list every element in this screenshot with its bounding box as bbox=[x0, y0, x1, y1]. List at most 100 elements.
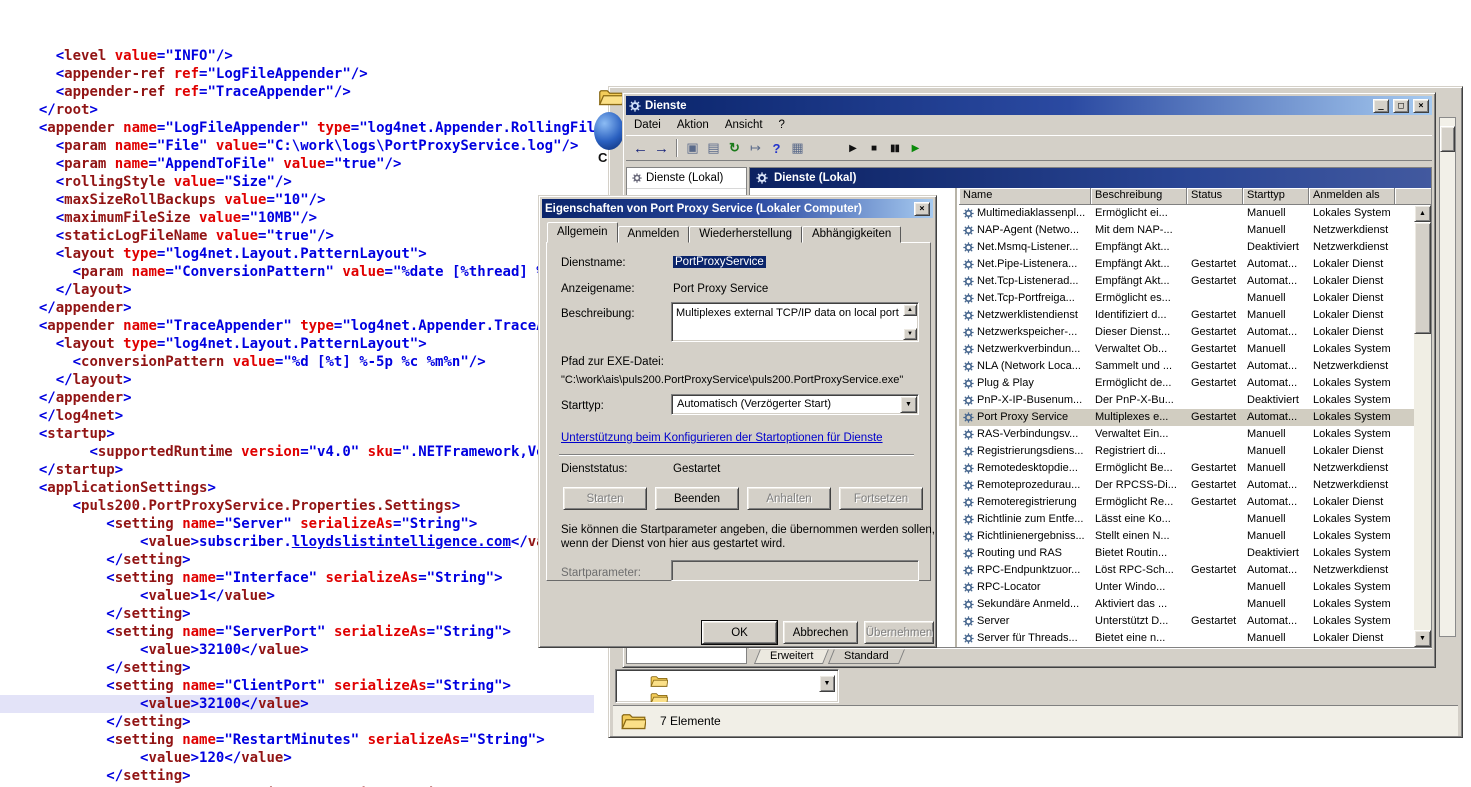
export-list-icon[interactable]: ↦ bbox=[745, 138, 766, 158]
combobox-dropdown-icon[interactable]: ▼ bbox=[900, 396, 917, 413]
forward-icon[interactable]: → bbox=[651, 138, 672, 158]
service-row[interactable]: Net.Tcp-Portfreiga...Ermöglicht es...Man… bbox=[959, 290, 1414, 307]
scrollbar-thumb[interactable] bbox=[1414, 222, 1431, 334]
folder-combobox-dropdown-icon[interactable]: ▼ bbox=[819, 675, 835, 692]
starttyp-combobox[interactable]: Automatisch (Verzögerter Start) ▼ bbox=[671, 394, 919, 415]
dialog-close-button[interactable]: × bbox=[914, 202, 930, 216]
view-tab-standard[interactable]: Standard bbox=[828, 649, 905, 664]
service-row[interactable]: Multimediaklassenpl...Ermöglicht ei...Ma… bbox=[959, 205, 1414, 222]
beschreibung-field[interactable]: Multiplexes external TCP/IP data on loca… bbox=[671, 302, 919, 342]
window-title: Dienste bbox=[645, 100, 687, 112]
service-row[interactable]: Net.Tcp-Listenerad...Empfängt Akt...Gest… bbox=[959, 273, 1414, 290]
services-node-icon bbox=[632, 173, 642, 183]
menu-ansicht[interactable]: Ansicht bbox=[717, 117, 771, 133]
maximize-button[interactable]: □ bbox=[1393, 99, 1409, 113]
service-row[interactable]: RPC-LocatorUnter Windo...ManuellLokales … bbox=[959, 579, 1414, 596]
menu-item[interactable]: ? bbox=[771, 117, 793, 133]
service-row[interactable]: Plug & PlayErmöglicht de...GestartetAuto… bbox=[959, 375, 1414, 392]
explorer-statusbar: 7 Elemente bbox=[613, 705, 1458, 736]
column-header-anmelden-als[interactable]: Anmelden als bbox=[1309, 188, 1395, 205]
abbrechen-button[interactable]: Abbrechen bbox=[783, 621, 858, 644]
service-row[interactable]: Remotedesktopdie...Ermöglicht Be...Gesta… bbox=[959, 460, 1414, 477]
tab-abhängigkeiten[interactable]: Abhängigkeiten bbox=[802, 226, 901, 243]
service-row[interactable]: RemoteregistrierungErmöglicht Re...Gesta… bbox=[959, 494, 1414, 511]
statusbar-item-count: 7 Elemente bbox=[660, 714, 721, 728]
column-header-beschreibung[interactable]: Beschreibung bbox=[1091, 188, 1187, 205]
starten-button: Starten bbox=[563, 487, 647, 510]
toolbar: ←→▣▤↻↦?▦▶■▮▮▶ bbox=[626, 135, 1432, 161]
service-row[interactable]: NLA (Network Loca...Sammelt und ...Gesta… bbox=[959, 358, 1414, 375]
restart-service-icon[interactable]: ▶ bbox=[905, 138, 926, 158]
service-row[interactable]: NAP-Agent (Netwo...Mit dem NAP-...Manuel… bbox=[959, 222, 1414, 239]
tab-wiederherstellung[interactable]: Wiederherstellung bbox=[689, 226, 802, 243]
ok-button[interactable]: OK bbox=[702, 621, 777, 644]
refresh-icon[interactable]: ↻ bbox=[724, 138, 745, 158]
explorer-scrollbar-thumb[interactable] bbox=[1440, 126, 1455, 152]
stop-service-icon[interactable]: ■ bbox=[863, 138, 884, 158]
service-gear-icon bbox=[963, 497, 974, 508]
service-gear-icon bbox=[963, 429, 974, 440]
services-pane-header-label: Dienste (Lokal) bbox=[774, 172, 856, 184]
pfad-value: "C:\work\ais\puls200.PortProxyService\pu… bbox=[561, 374, 903, 386]
close-button[interactable]: × bbox=[1413, 99, 1429, 113]
menubar: DateiAktionAnsicht? bbox=[626, 115, 1432, 135]
service-row[interactable]: RPC-Endpunktzuor...Löst RPC-Sch...Gestar… bbox=[959, 562, 1414, 579]
service-row[interactable]: Registrierungsdiens...Registriert di...M… bbox=[959, 443, 1414, 460]
scroll-up-icon[interactable]: ▲ bbox=[903, 304, 917, 316]
service-row[interactable]: Netzwerkspeicher-...Dieser Dienst...Gest… bbox=[959, 324, 1414, 341]
tab-anmelden[interactable]: Anmelden bbox=[618, 226, 690, 243]
services-titlebar[interactable]: Dienste _ □ × bbox=[626, 96, 1432, 115]
service-row[interactable]: Net.Msmq-Listener...Empfängt Akt...Deakt… bbox=[959, 239, 1414, 256]
back-icon[interactable]: ← bbox=[630, 138, 651, 158]
service-gear-icon bbox=[963, 310, 974, 321]
service-row[interactable]: Sekundäre Anmeld...Aktiviert das ...Manu… bbox=[959, 596, 1414, 613]
scroll-down-icon[interactable]: ▼ bbox=[903, 328, 917, 340]
service-row[interactable]: PnP-X-IP-Busenum...Der PnP-X-Bu...Deakti… bbox=[959, 392, 1414, 409]
separator bbox=[559, 454, 914, 456]
service-gear-icon bbox=[963, 327, 974, 338]
beenden-button[interactable]: Beenden bbox=[655, 487, 739, 510]
service-row[interactable]: Routing und RASBietet Routin...Deaktivie… bbox=[959, 545, 1414, 562]
dialog-title: Eigenschaften von Port Proxy Service (Lo… bbox=[545, 203, 862, 215]
start-service-icon[interactable]: ▶ bbox=[842, 138, 863, 158]
scroll-down-icon[interactable]: ▼ bbox=[1414, 630, 1431, 647]
dienstname-value[interactable]: PortProxyService bbox=[673, 256, 766, 268]
properties-icon[interactable]: ▤ bbox=[703, 138, 724, 158]
service-row[interactable]: Richtlinienergebniss...Stellt einen N...… bbox=[959, 528, 1414, 545]
service-row[interactable]: Remoteprozedurau...Der RPCSS-Di...Gestar… bbox=[959, 477, 1414, 494]
beschreibung-label: Beschreibung: bbox=[561, 308, 635, 320]
list-scrollbar[interactable]: ▲ ▼ bbox=[1414, 205, 1431, 647]
service-row[interactable]: NetzwerklistendienstIdentifiziert d...Ge… bbox=[959, 307, 1414, 324]
service-row[interactable]: Server für Threads...Bietet eine n...Man… bbox=[959, 630, 1414, 647]
service-row[interactable]: Net.Pipe-Listenera...Empfängt Akt...Gest… bbox=[959, 256, 1414, 273]
folder-combobox[interactable]: ▼ bbox=[615, 669, 839, 703]
menu-datei[interactable]: Datei bbox=[626, 117, 669, 133]
service-row[interactable]: Netzwerkverbindun...Verwaltet Ob...Gesta… bbox=[959, 341, 1414, 358]
service-gear-icon bbox=[963, 463, 974, 474]
service-row[interactable]: Port Proxy ServiceMultiplexes e...Gestar… bbox=[959, 409, 1414, 426]
service-row[interactable]: ServerUnterstützt D...GestartetAutomat..… bbox=[959, 613, 1414, 630]
pause-service-icon[interactable]: ▮▮ bbox=[884, 138, 905, 158]
startparameter-field[interactable] bbox=[671, 560, 919, 581]
help-icon[interactable]: ? bbox=[766, 138, 787, 158]
menu-aktion[interactable]: Aktion bbox=[669, 117, 717, 133]
console-tree-root-node[interactable]: Dienste (Lokal) bbox=[627, 168, 746, 189]
tab-allgemein[interactable]: Allgemein bbox=[547, 222, 618, 243]
scroll-up-icon[interactable]: ▲ bbox=[1414, 205, 1431, 222]
anzeigename-value[interactable]: Port Proxy Service bbox=[673, 283, 768, 295]
anhalten-button: Anhalten bbox=[747, 487, 831, 510]
column-header-name[interactable]: Name bbox=[959, 188, 1091, 205]
service-row[interactable]: RAS-Verbindungsv...Verwaltet Ein...Manue… bbox=[959, 426, 1414, 443]
startoptionen-help-link[interactable]: Unterstützung beim Konfigurieren der Sta… bbox=[561, 432, 883, 444]
view-tab-erweitert[interactable]: Erweitert bbox=[754, 649, 829, 664]
extended-view-icon[interactable]: ▦ bbox=[787, 138, 808, 158]
show-tree-icon[interactable]: ▣ bbox=[682, 138, 703, 158]
explorer-scrollbar[interactable] bbox=[1439, 117, 1456, 637]
service-row[interactable]: Richtlinie zum Entfe...Lässt eine Ko...M… bbox=[959, 511, 1414, 528]
dialog-titlebar[interactable]: Eigenschaften von Port Proxy Service (Lo… bbox=[542, 199, 933, 218]
column-header-status[interactable]: Status bbox=[1187, 188, 1243, 205]
minimize-button[interactable]: _ bbox=[1373, 99, 1389, 113]
service-gear-icon bbox=[963, 395, 974, 406]
dienststatus-label: Dienststatus: bbox=[561, 463, 627, 475]
column-header-starttyp[interactable]: Starttyp bbox=[1243, 188, 1309, 205]
